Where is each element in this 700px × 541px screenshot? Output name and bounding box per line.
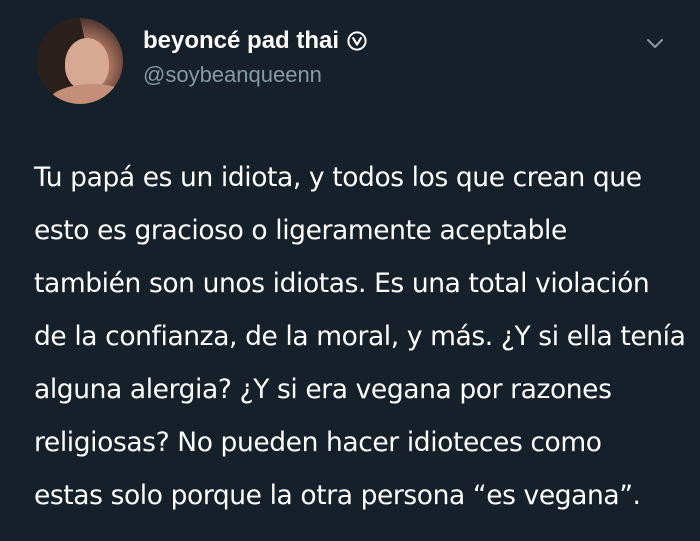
verified-badge-icon — [347, 31, 367, 51]
display-name-text[interactable]: beyoncé pad thai — [143, 27, 339, 55]
avatar-face — [65, 38, 109, 90]
tweet-text-line: estas solo porque la otra persona “es ve… — [34, 480, 641, 511]
tweet-text: Tu papá es un idiota, y todos los que cr… — [34, 151, 686, 522]
tweet-text-line: Tu papá es un idiota, y todos los que cr… — [34, 162, 642, 193]
tweet-card: beyoncé pad thai @soybeanqueenn Tu papá … — [0, 0, 700, 541]
tweet-text-line: esto es gracioso o ligeramente aceptable — [34, 215, 567, 246]
tweet-text-line: de la confianza, de la moral, y más. ¿Y … — [34, 321, 686, 352]
user-handle[interactable]: @soybeanqueenn — [143, 62, 322, 88]
display-name[interactable]: beyoncé pad thai — [143, 27, 367, 55]
tweet-text-line: religiosas? No pueden hacer idioteces co… — [34, 427, 602, 458]
chevron-down-icon[interactable] — [644, 32, 666, 54]
avatar[interactable] — [37, 18, 123, 104]
tweet-text-line: alguna alergia? ¿Y si era vegana por raz… — [34, 374, 612, 405]
tweet-text-line: también son unos idiotas. Es una total v… — [34, 268, 650, 299]
